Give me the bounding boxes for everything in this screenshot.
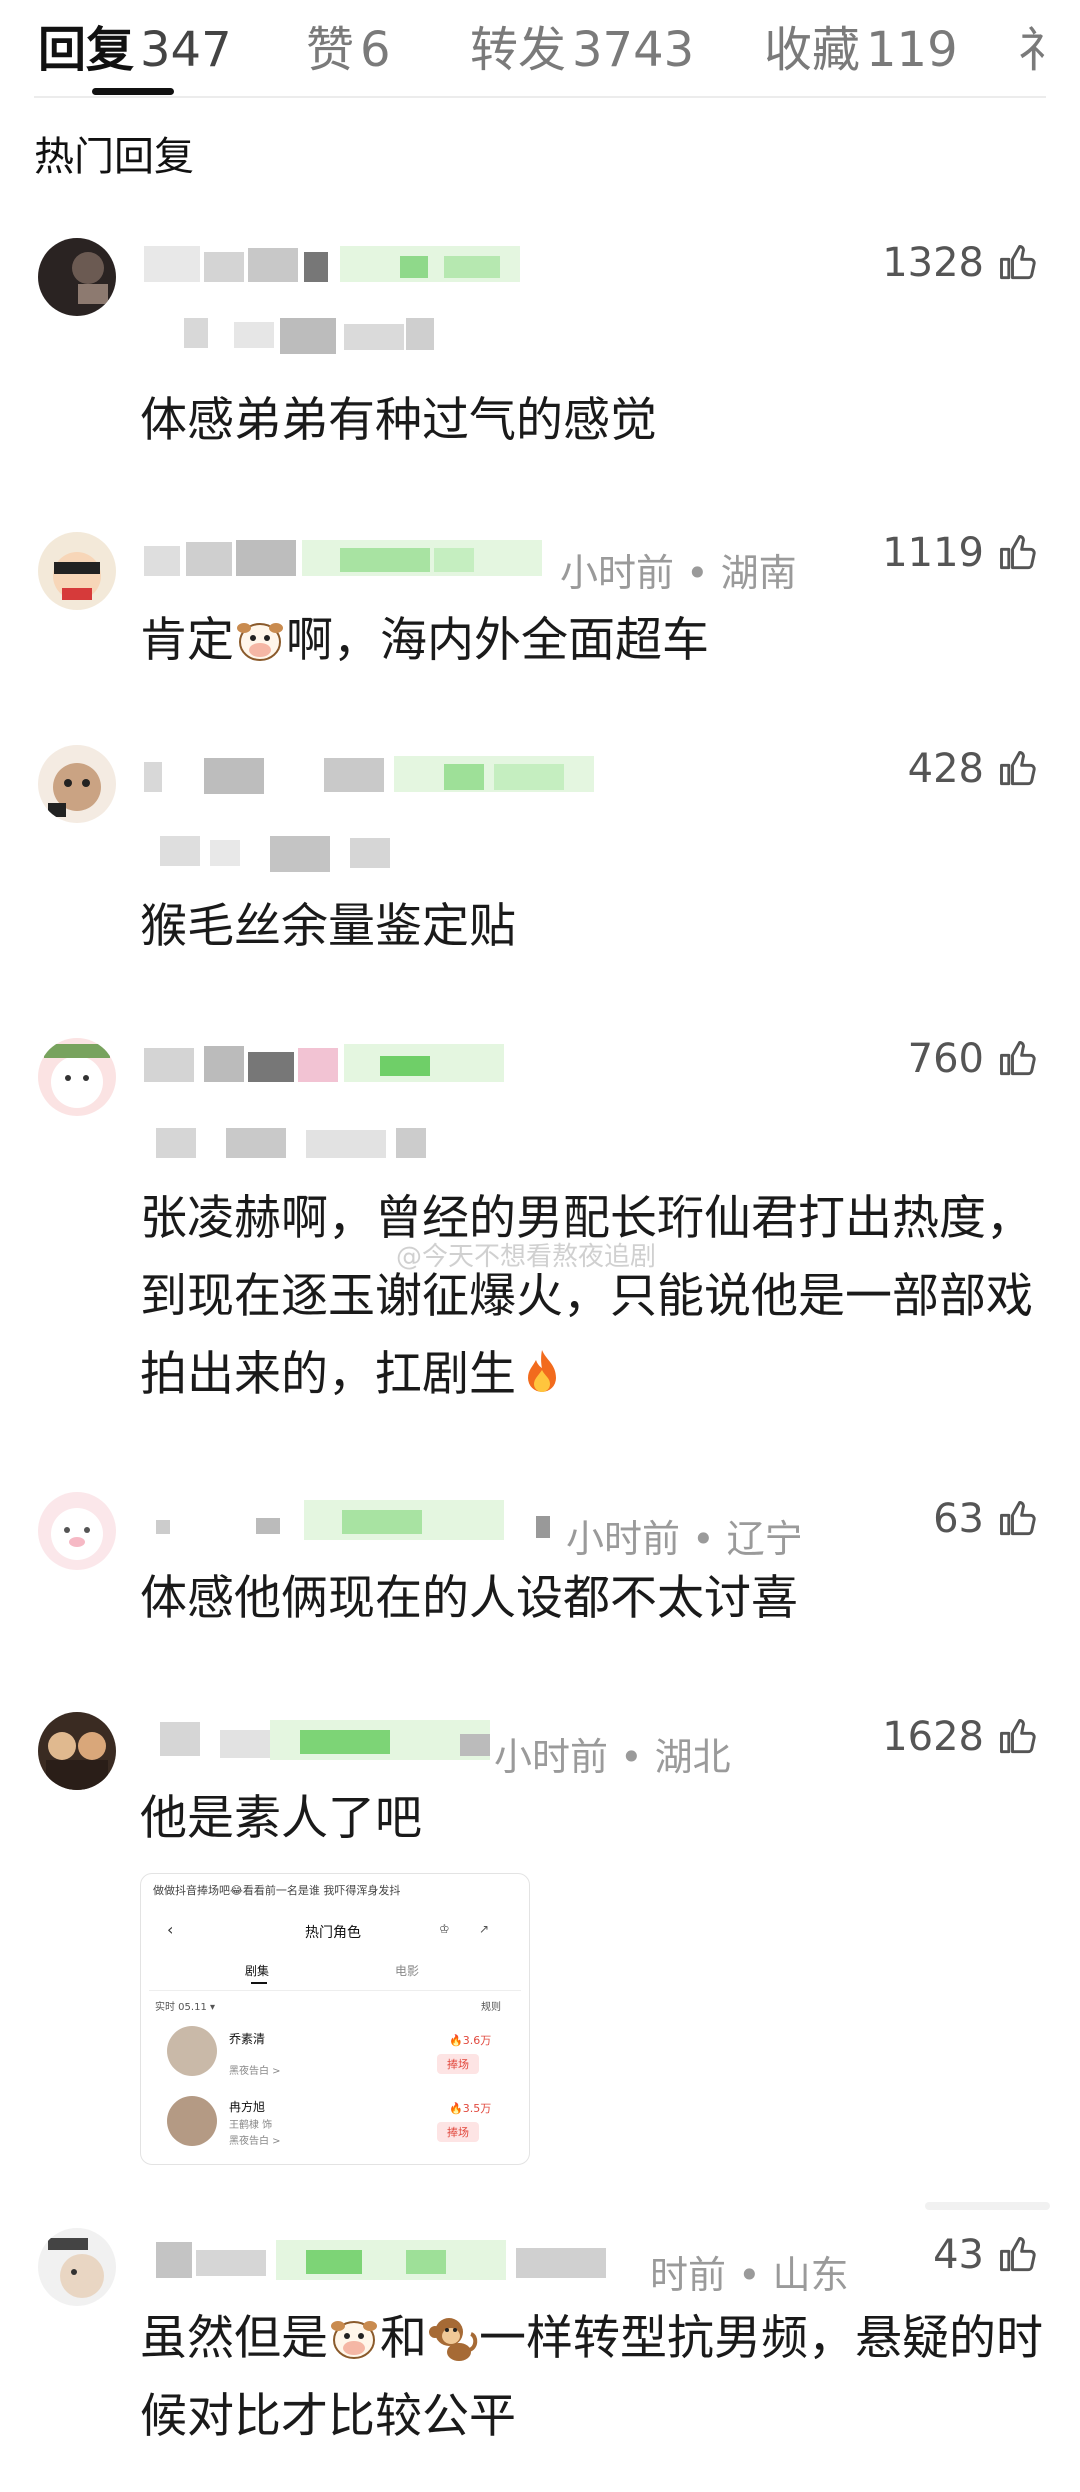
like-button[interactable]: 1328 xyxy=(882,240,1040,286)
comment-text: 猴毛丝余量鉴定贴 xyxy=(140,899,516,954)
thumbs-up-icon xyxy=(1000,1041,1036,1076)
share-icon: ↗ xyxy=(479,1922,490,1936)
comment-text: 张凌赫啊，曾经的男配长珩仙君打出热度，到现在逐玉谢征爆火，只能说他是一部部戏拍出… xyxy=(140,1191,1033,1402)
comment-meta: 小时前 • 湖北 xyxy=(494,1735,731,1779)
avatar[interactable] xyxy=(38,1492,116,1570)
avatar[interactable] xyxy=(38,1038,116,1116)
image-tab-series: 剧集 xyxy=(245,1964,270,1978)
thumbs-up-icon xyxy=(1000,2237,1036,2272)
comment-text: 肯定 啊，海内外全面超车 xyxy=(140,602,1055,680)
avatar[interactable] xyxy=(38,1712,116,1790)
like-button[interactable]: 428 xyxy=(908,746,1040,792)
comment-text: 他是素人了吧 xyxy=(140,1791,422,1846)
image-caption: 做做抖音捧场吧😂看看前一名是谁 我吓得浑身发抖 xyxy=(153,1884,401,1897)
like-button[interactable]: 1628 xyxy=(882,1714,1040,1760)
back-icon: ‹ xyxy=(167,1920,174,1939)
avatar[interactable] xyxy=(38,2228,116,2306)
tab-likes[interactable]: 赞6 xyxy=(306,10,391,80)
cow-emoji xyxy=(234,610,286,662)
tab-replies[interactable]: 回复 347 xyxy=(38,10,232,80)
comment-tabs: 回复 347 赞6 转发 3743 收藏 119 礻 xyxy=(0,0,1080,96)
thumbs-up-icon xyxy=(1000,1501,1036,1536)
realtime-filter: 实时 05.11 ▾ xyxy=(155,2002,216,2013)
avatar[interactable] xyxy=(38,532,116,610)
cow-emoji xyxy=(328,2308,380,2360)
comment-meta: 时前 • 山东 xyxy=(650,2253,849,2297)
like-button[interactable]: 63 xyxy=(933,1496,1040,1542)
comment-meta: 小时前 • 辽宁 xyxy=(566,1517,803,1561)
tab-more[interactable]: 礻 xyxy=(1018,10,1066,80)
crown-icon: ♔ xyxy=(439,1922,450,1936)
tab-favorites[interactable]: 收藏 119 xyxy=(764,10,958,80)
like-button[interactable]: 1119 xyxy=(882,530,1040,576)
avatar[interactable] xyxy=(38,745,116,823)
image-title: 热门角色 xyxy=(305,1925,361,1941)
avatar[interactable] xyxy=(38,238,116,316)
active-tab-indicator xyxy=(92,88,174,95)
avatar xyxy=(167,2096,217,2146)
comment-text: 体感弟弟有种过气的感觉 xyxy=(140,393,657,448)
comment-text: 体感他俩现在的人设都不太讨喜 xyxy=(140,1571,798,1626)
like-button[interactable]: 43 xyxy=(933,2232,1040,2278)
image-tab-movie: 电影 xyxy=(395,1964,420,1978)
comment-meta: 小时前 • 湖南 xyxy=(560,551,797,595)
section-title: 热门回复 xyxy=(34,134,194,180)
attached-image[interactable]: 做做抖音捧场吧😂看看前一名是谁 我吓得浑身发抖 ‹ 热门角色 ♔ ↗ 剧集 电影… xyxy=(140,1873,530,2165)
fire-emoji xyxy=(516,1344,568,1396)
watermark: @今天不想看熬夜追剧 xyxy=(396,1242,657,1272)
thumbs-up-icon xyxy=(1000,245,1036,280)
tabs-divider xyxy=(34,96,1046,98)
monkey-emoji xyxy=(427,2308,479,2361)
like-button[interactable]: 760 xyxy=(908,1036,1040,1082)
thumbs-up-icon xyxy=(1000,751,1036,786)
thumbs-up-icon xyxy=(1000,535,1036,570)
thumbs-up-icon xyxy=(1000,1719,1036,1754)
comment-text: 虽然但是和一样转型抗男频，悬疑的时候对比才比较公平 xyxy=(140,2300,1055,2456)
tab-reposts[interactable]: 转发 3743 xyxy=(470,10,694,80)
divider xyxy=(925,2202,1050,2210)
rule-link: 规则 xyxy=(481,2002,501,2013)
avatar xyxy=(167,2026,217,2076)
